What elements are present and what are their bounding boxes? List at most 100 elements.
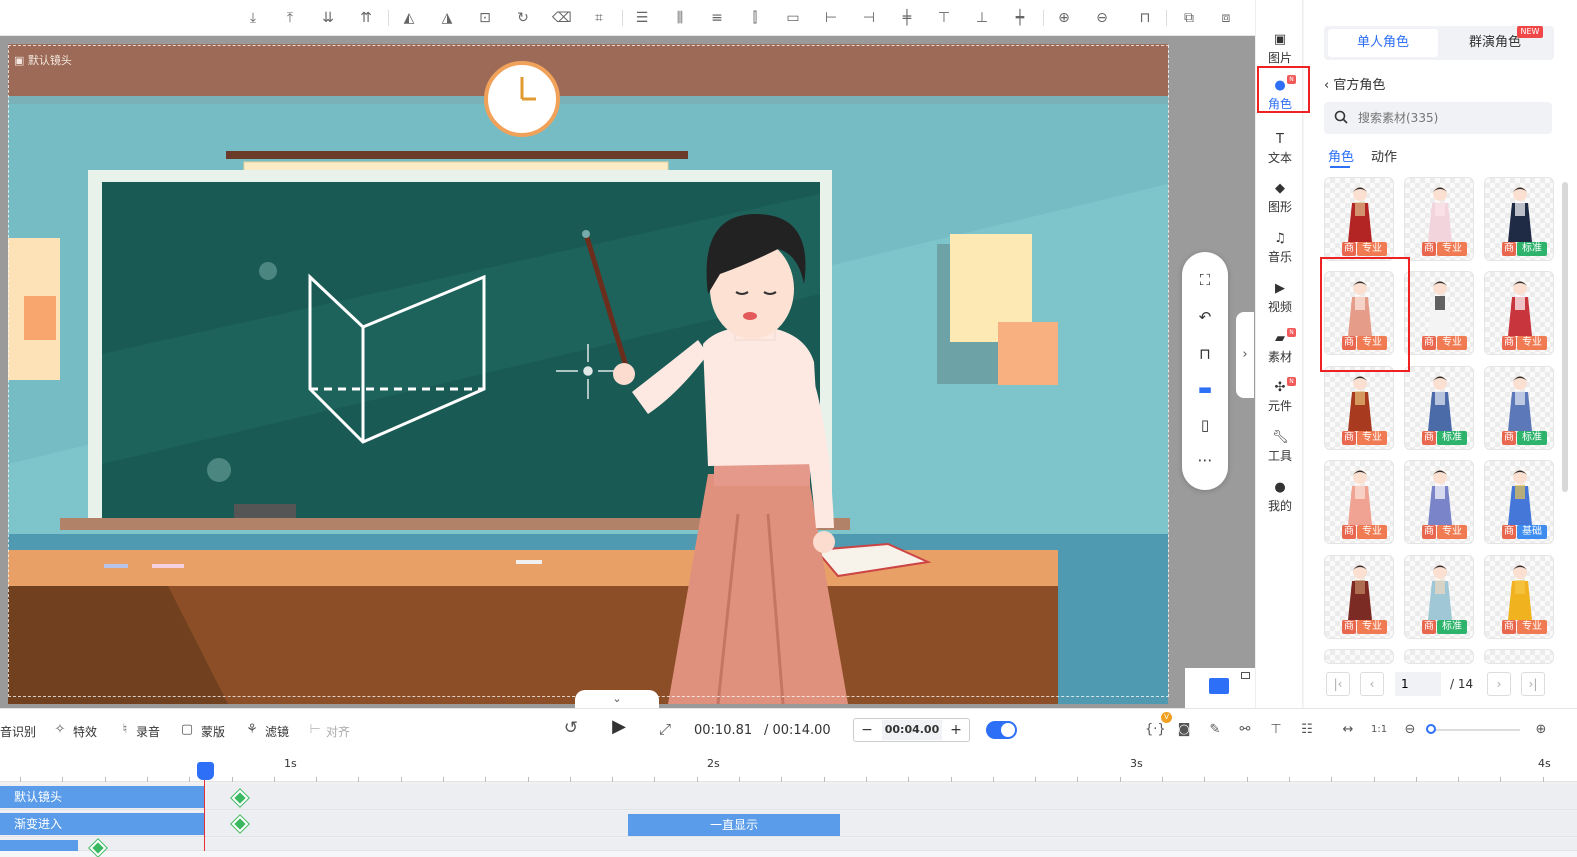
nav-item-component[interactable]: ✣ 元件 N [1256,374,1304,418]
move-up-icon[interactable]: ⤒ [281,9,299,27]
zoom-slider-handle[interactable] [1426,724,1436,734]
nav-item-tools[interactable]: 🔧︎ 工具 [1256,424,1304,468]
speech-recognition-button[interactable]: 音识别 [0,723,36,740]
mobile-view-icon[interactable]: ▯ [1195,415,1215,435]
settings-sliders-icon[interactable]: ☷ [1299,722,1315,738]
edit-icon[interactable]: ✎ [1207,722,1223,738]
move-down-icon[interactable]: ⤓ [244,9,262,27]
character-card[interactable]: 商标准 [1484,366,1554,450]
duration-value[interactable]: 00:04.00 [882,720,942,740]
zoom-out-icon[interactable]: ⊖ [1093,9,1111,27]
record-button[interactable]: 录音 [136,723,160,740]
nav-item-image[interactable]: ▣ 图片 [1256,26,1304,70]
nav-item-video[interactable]: ▶ 视频 [1256,275,1304,319]
subtab-action[interactable]: 动作 [1371,146,1397,165]
copy-icon[interactable]: ⧉ [1180,9,1198,27]
nav-item-music[interactable]: ♫ 音乐 [1256,225,1304,269]
align-bottom-edge-icon[interactable]: ⊥ [973,9,991,27]
increase-button[interactable]: + [945,718,967,742]
zoom-out-icon[interactable]: ⊖ [1402,722,1418,738]
character-card[interactable] [1324,649,1394,664]
align-center-icon[interactable]: ╪ [898,9,916,27]
track-label[interactable]: 默认镜头 [0,786,204,808]
zoom-slider-track[interactable] [1432,729,1520,731]
align-bottom-icon[interactable]: ≡ [708,9,726,27]
actual-size-icon[interactable]: 1:1 [1371,722,1387,738]
back-link[interactable]: ‹ 官方角色 [1324,74,1385,93]
decrease-button[interactable]: − [856,718,878,742]
align-right-icon[interactable]: ⊣ [860,9,878,27]
playhead-handle[interactable] [197,762,214,780]
toggle-switch[interactable] [986,721,1017,739]
to-top-icon[interactable]: ⇈ [357,9,375,27]
lock-icon[interactable]: ⊡ [476,9,494,27]
time-ruler[interactable] [0,754,1577,782]
scene-canvas[interactable] [8,44,1168,704]
character-card[interactable]: 商专业 [1484,271,1554,355]
nav-item-text[interactable]: T 文本 [1256,126,1304,170]
play-icon[interactable]: ▶ [611,718,627,736]
timeline-clip[interactable]: 一直显示 [628,814,840,836]
character-card[interactable]: 商专业 [1324,366,1394,450]
prev-page-button[interactable]: ‹ [1360,672,1384,696]
next-page-button[interactable]: › [1487,672,1511,696]
preview-toggle[interactable] [1185,668,1255,708]
character-card[interactable]: 商标准 [1484,177,1554,261]
bracket-icon[interactable]: {·} [1145,722,1166,738]
paste-icon[interactable]: ⧈ [1217,9,1235,27]
camera-icon[interactable]: ◙ [1176,722,1192,738]
character-card[interactable]: 商专业 [1404,177,1474,261]
zoom-in-icon[interactable]: ⊕ [1533,722,1549,738]
character-card[interactable] [1484,649,1554,664]
unlock-icon[interactable]: ⊓ [1136,9,1154,27]
align-button[interactable]: 对齐 [326,723,350,740]
align-top-edge-icon[interactable]: ⊤ [935,9,953,27]
fit-width-icon[interactable]: ↔ [1340,722,1356,738]
first-page-button[interactable]: |‹ [1326,672,1350,696]
undo-icon[interactable]: ↶ [1195,307,1215,327]
align-middle-icon[interactable]: ⫼ [671,9,689,27]
align-left-icon[interactable]: ⊢ [822,9,840,27]
nav-item-shape[interactable]: ◆ 图形 [1256,175,1304,219]
desktop-view-icon[interactable]: ▬ [1195,379,1215,399]
flip-v-icon[interactable]: ◮ [438,9,456,27]
character-card[interactable]: 商基础 [1484,460,1554,544]
track-label[interactable] [0,840,78,851]
crop-icon[interactable]: ⌗ [590,9,608,27]
filter-button[interactable]: 滤镜 [265,723,289,740]
track-label[interactable]: 渐变进入 [0,813,204,835]
character-card[interactable]: 商标准 [1404,366,1474,450]
scrollbar[interactable] [1562,182,1568,492]
last-page-button[interactable]: ›| [1521,672,1545,696]
filter-list-icon[interactable]: ⊤ [1268,722,1284,738]
align-top-icon[interactable]: ☰ [633,9,651,27]
character-card[interactable]: 商专业 [1404,271,1474,355]
nav-item-mine[interactable]: ● 我的 [1256,474,1304,518]
character-card[interactable] [1404,649,1474,664]
distribute-h-icon[interactable]: ⫿ [746,9,764,27]
delete-icon[interactable]: ⌫ [552,9,572,27]
effects-button[interactable]: 特效 [73,723,97,740]
subtab-role[interactable]: 角色 [1328,146,1354,165]
rotate-icon[interactable]: ↻ [514,9,532,27]
fullscreen-icon[interactable]: ⤢ [657,721,673,737]
search-input[interactable] [1324,102,1552,134]
character-card[interactable]: 商标准 [1404,555,1474,639]
fit-screen-icon[interactable]: ⛶ [1195,270,1215,290]
align-vcenter-icon[interactable]: ┿ [1011,9,1029,27]
page-input[interactable] [1395,672,1441,696]
nav-item-material[interactable]: ▰ 素材 N [1256,325,1304,369]
more-icon[interactable]: ⋯ [1195,450,1215,470]
character-card[interactable]: 商专业 [1324,460,1394,544]
replay-icon[interactable]: ↺ [563,720,579,737]
character-card[interactable]: 商专业 [1324,177,1394,261]
to-bottom-icon[interactable]: ⇊ [319,9,337,27]
unlock-icon[interactable]: ⊓ [1195,344,1215,364]
split-icon[interactable]: ⚯ [1237,722,1253,738]
panel-collapse-icon[interactable]: › [1236,312,1254,398]
distribute-v-icon[interactable]: ▭ [784,9,802,27]
mask-button[interactable]: 蒙版 [201,723,225,740]
character-card[interactable]: 商专业 [1404,460,1474,544]
flip-h-icon[interactable]: ◭ [400,9,418,27]
timeline-collapse-icon[interactable]: ⌄ [575,690,659,708]
